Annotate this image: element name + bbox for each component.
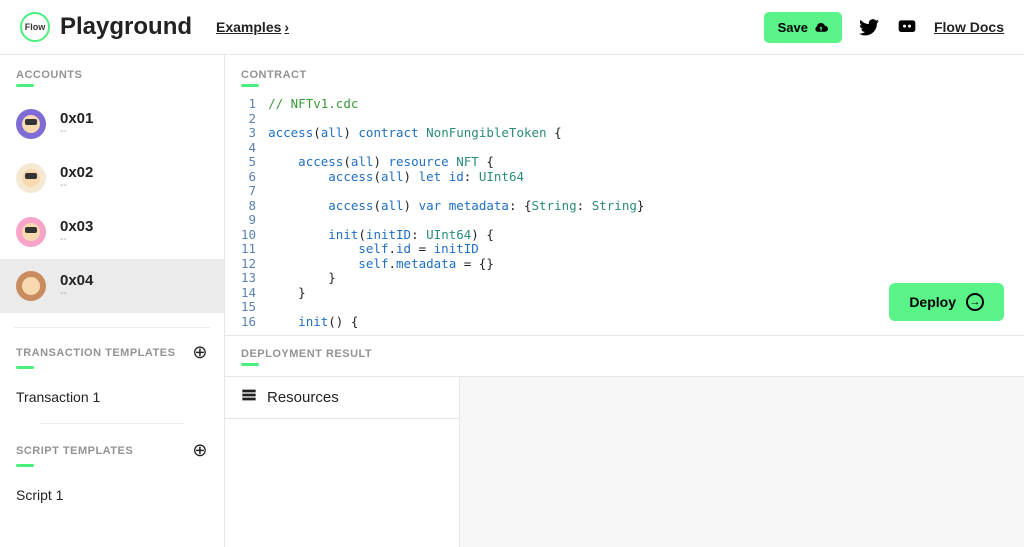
logo[interactable]: Flow Playground: [20, 12, 192, 42]
script-heading-label: SCRIPT TEMPLATES: [16, 445, 133, 457]
heading-accent: [241, 84, 259, 87]
code-line[interactable]: }: [268, 271, 644, 286]
avatar-icon: [16, 217, 46, 247]
line-gutter: 12345678910111213141516: [241, 97, 268, 329]
heading-accent: [16, 366, 34, 369]
code-line[interactable]: [268, 184, 644, 199]
code-line[interactable]: [268, 213, 644, 228]
account-name: 0x01: [60, 111, 93, 126]
heading-accent: [241, 363, 259, 366]
code-line[interactable]: init(initID: UInt64) {: [268, 228, 644, 243]
cloud-upload-icon: [814, 20, 828, 35]
result-heading: DEPLOYMENT RESULT: [241, 348, 1024, 363]
accounts-heading: ACCOUNTS: [0, 69, 224, 84]
twitter-icon[interactable]: [858, 16, 880, 38]
flow-logo-text: Flow: [25, 22, 46, 32]
heading-accent: [16, 464, 34, 467]
sidebar: ACCOUNTS 0x01 -- 0x02 -- 0x03: [0, 55, 225, 547]
add-script-icon[interactable]: ⊕: [192, 440, 208, 461]
arrow-right-circle-icon: →: [966, 293, 984, 311]
resources-label: Resources: [267, 389, 339, 406]
account-name: 0x02: [60, 165, 93, 180]
contract-panel: CONTRACT 12345678910111213141516 // NFTv…: [225, 55, 1024, 336]
save-label: Save: [778, 20, 808, 35]
header-left: Flow Playground Examples ›: [20, 12, 289, 42]
flow-logo-icon: Flow: [20, 12, 50, 42]
code-line[interactable]: }: [268, 286, 644, 301]
account-sub: --: [60, 126, 93, 137]
script-template-item[interactable]: Script 1: [0, 477, 224, 513]
docs-label: Flow Docs: [934, 19, 1004, 35]
add-transaction-icon[interactable]: ⊕: [192, 342, 208, 363]
account-item-0x01[interactable]: 0x01 --: [0, 97, 224, 151]
code-line[interactable]: [268, 112, 644, 127]
heading-accent: [16, 84, 34, 87]
account-name: 0x03: [60, 219, 93, 234]
resources-icon: [241, 388, 257, 406]
account-sub: --: [60, 180, 93, 191]
header: Flow Playground Examples › Save Flow Doc…: [0, 0, 1024, 55]
code-line[interactable]: access(all) var metadata: {String: Strin…: [268, 199, 644, 214]
deployment-result-panel: DEPLOYMENT RESULT: [225, 336, 1024, 377]
code-line[interactable]: self.id = initID: [268, 242, 644, 257]
transaction-template-item[interactable]: Transaction 1: [0, 379, 224, 415]
script-templates-heading: SCRIPT TEMPLATES ⊕: [0, 440, 224, 464]
code-line[interactable]: init() {: [268, 315, 644, 330]
chevron-right-icon: ›: [284, 19, 289, 35]
account-sub: --: [60, 288, 93, 299]
bottom-panel: Resources: [225, 377, 1024, 547]
account-sub: --: [60, 234, 93, 245]
account-list: 0x01 -- 0x02 -- 0x03 --: [0, 97, 224, 313]
app-title: Playground: [60, 13, 192, 41]
resources-body: [225, 419, 460, 547]
flow-docs-link[interactable]: Flow Docs: [934, 19, 1004, 35]
bottom-empty-area: [460, 377, 1024, 547]
avatar-icon: [16, 163, 46, 193]
examples-link[interactable]: Examples ›: [216, 19, 289, 35]
account-item-0x03[interactable]: 0x03 --: [0, 205, 224, 259]
contract-heading: CONTRACT: [241, 69, 1024, 84]
header-right: Save Flow Docs: [764, 12, 1004, 43]
resources-tab[interactable]: Resources: [225, 377, 460, 419]
divider: [14, 327, 210, 328]
account-item-0x04[interactable]: 0x04 --: [0, 259, 224, 313]
content: CONTRACT 12345678910111213141516 // NFTv…: [225, 55, 1024, 547]
divider: [40, 423, 184, 424]
account-item-0x02[interactable]: 0x02 --: [0, 151, 224, 205]
main: ACCOUNTS 0x01 -- 0x02 -- 0x03: [0, 55, 1024, 547]
transaction-templates-heading: TRANSACTION TEMPLATES ⊕: [0, 342, 224, 366]
code-line[interactable]: access(all) let id: UInt64: [268, 170, 644, 185]
avatar-icon: [16, 109, 46, 139]
code-line[interactable]: access(all) resource NFT {: [268, 155, 644, 170]
examples-label: Examples: [216, 19, 281, 35]
discord-icon[interactable]: [896, 16, 918, 38]
deploy-label: Deploy: [909, 294, 956, 310]
avatar-icon: [16, 271, 46, 301]
deploy-button[interactable]: Deploy →: [889, 283, 1004, 321]
tx-heading-label: TRANSACTION TEMPLATES: [16, 347, 175, 359]
code-line[interactable]: [268, 300, 644, 315]
account-name: 0x04: [60, 273, 93, 288]
code-line[interactable]: access(all) contract NonFungibleToken {: [268, 126, 644, 141]
code-line[interactable]: self.metadata = {}: [268, 257, 644, 272]
code-line[interactable]: // NFTv1.cdc: [268, 97, 644, 112]
code-body[interactable]: // NFTv1.cdc access(all) contract NonFung…: [268, 97, 644, 329]
save-button[interactable]: Save: [764, 12, 842, 43]
code-line[interactable]: [268, 141, 644, 156]
